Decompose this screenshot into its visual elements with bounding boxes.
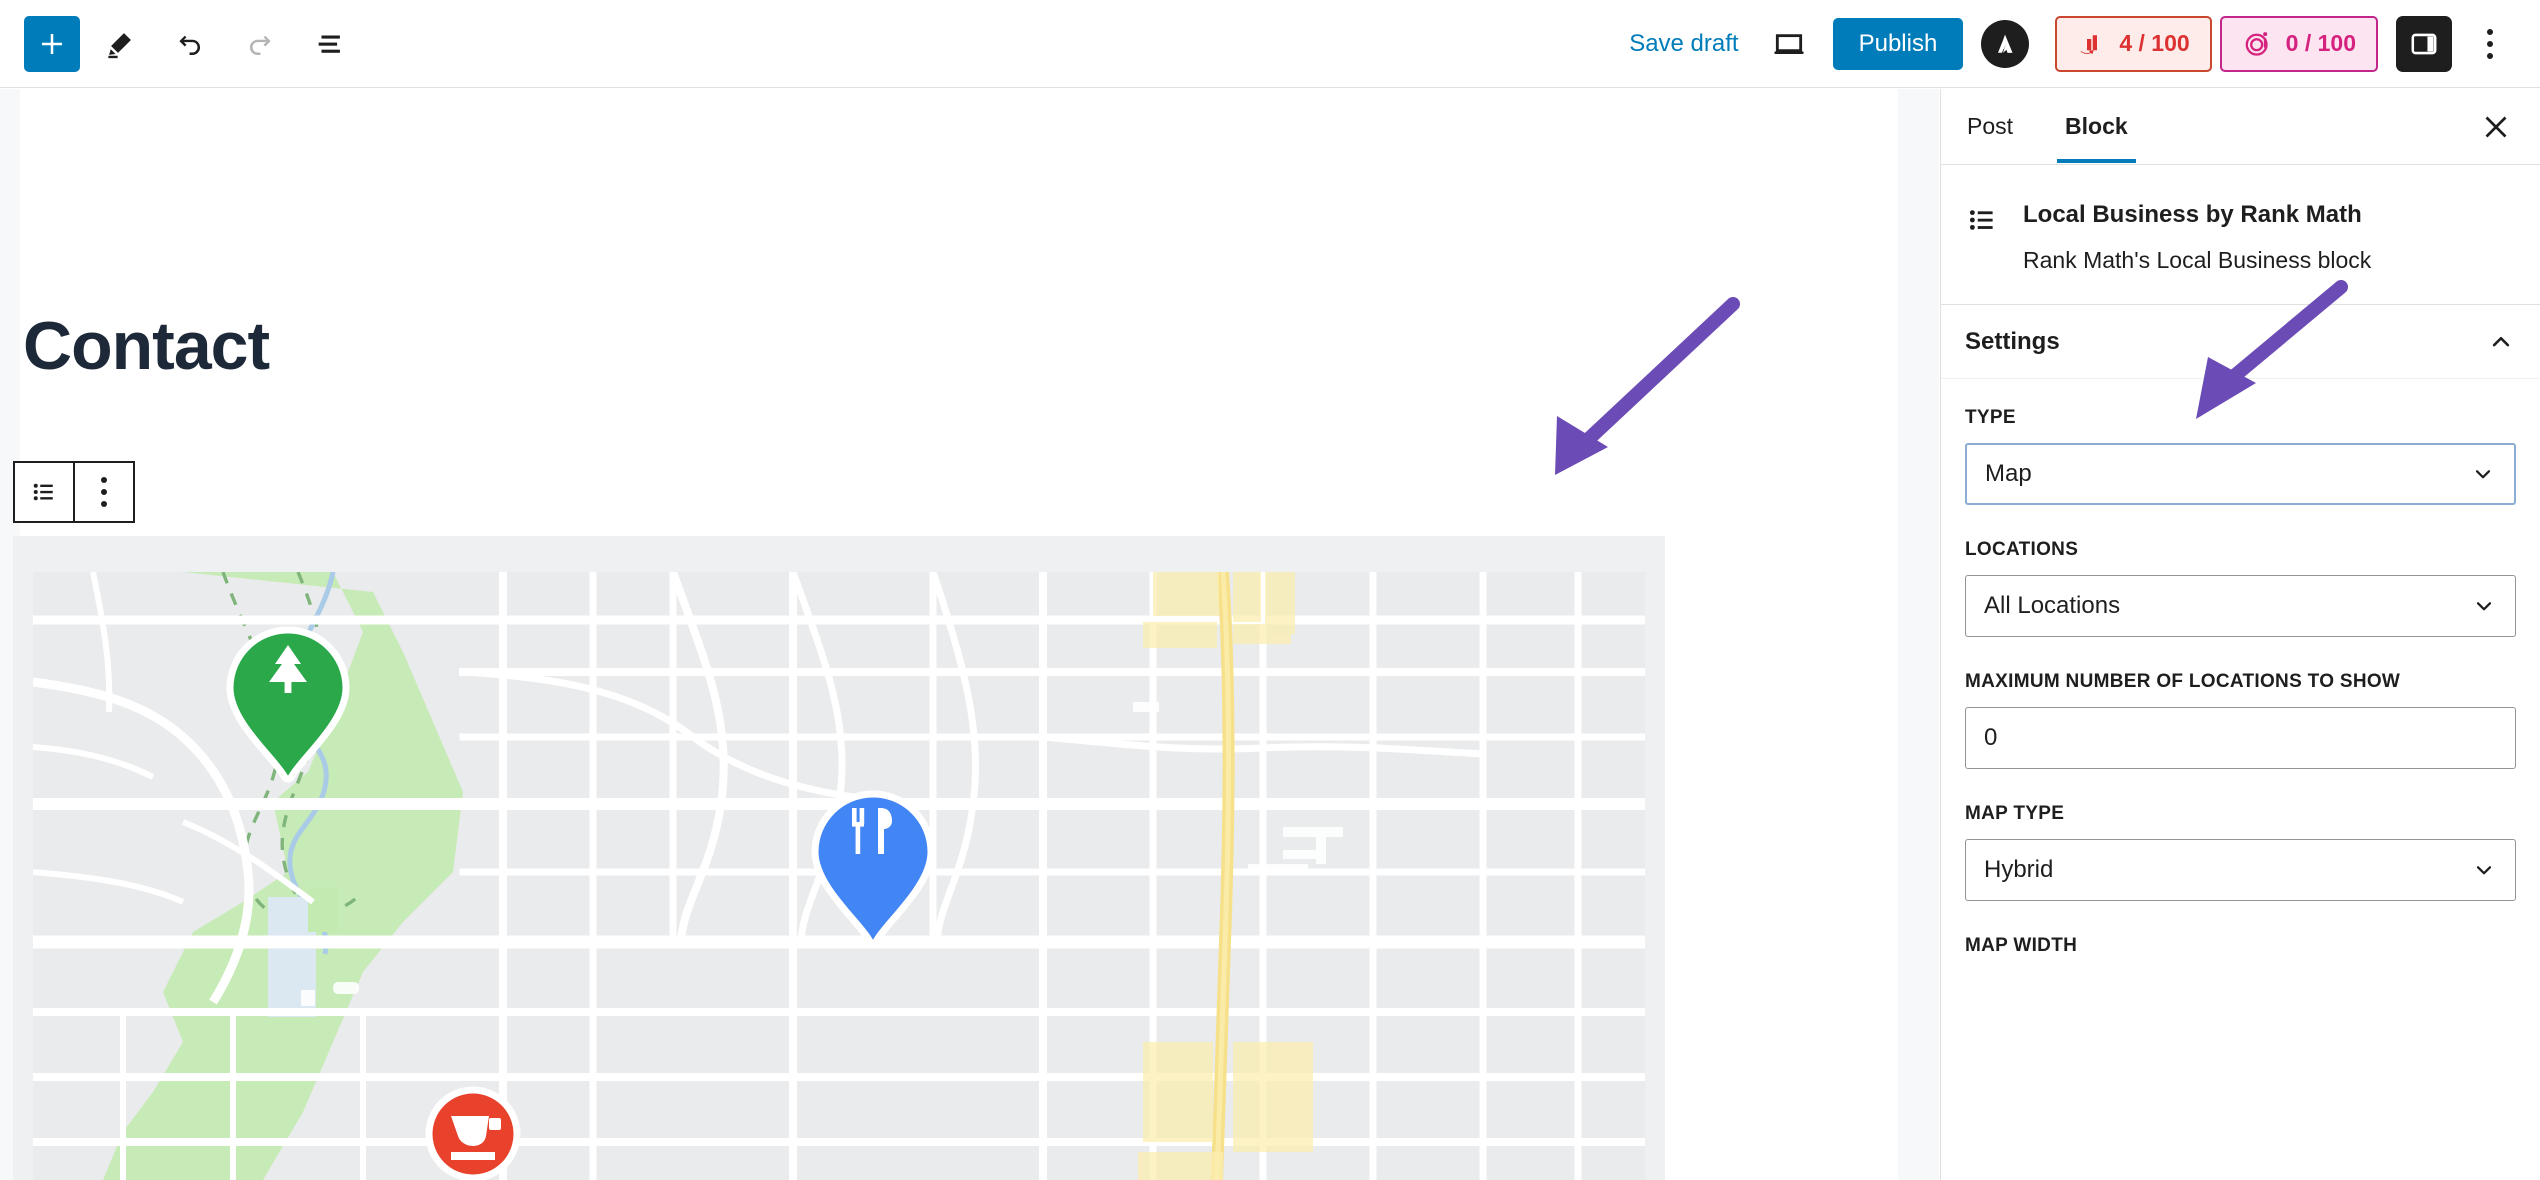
green-patch [308, 887, 338, 932]
seo-chart-icon [2081, 34, 2098, 54]
max-locations-input-value: 0 [1984, 724, 1998, 751]
kebab-dot [101, 489, 107, 495]
redo-button[interactable] [230, 14, 290, 74]
map-type-select[interactable]: Hybrid [1965, 839, 2516, 901]
tab-post[interactable]: Post [1941, 89, 2039, 163]
laptop-preview-icon [1773, 33, 1804, 54]
field-map-type-label: MAP TYPE [1965, 803, 2065, 824]
settings-section-header[interactable]: Settings [1941, 305, 2540, 379]
avatar[interactable] [1981, 19, 2030, 68]
tab-block[interactable]: Block [2039, 89, 2154, 163]
block-more-options-button[interactable] [75, 463, 133, 521]
type-select-value: Map [1985, 460, 2032, 487]
sidebar-tabs: Post Block [1941, 89, 2540, 165]
block-title: Local Business by Rank Math [2023, 201, 2362, 228]
tab-block-label: Block [2065, 112, 2128, 139]
page-title[interactable]: Contact [23, 307, 270, 385]
pencil-icon [108, 32, 131, 58]
settings-sidebar-toggle-button[interactable] [2396, 15, 2452, 72]
locations-select[interactable]: All Locations [1965, 575, 2516, 637]
publish-button[interactable]: Publish [1832, 17, 1964, 70]
field-maximum-number-of-locations-to-show: MAXIMUM NUMBER OF LOCATIONS TO SHOW 0 [1965, 671, 2516, 769]
redo-icon [249, 35, 271, 55]
chevron-down-icon [2476, 866, 2492, 875]
field-type: TYPE Map [1965, 407, 2516, 505]
list-icon [1969, 210, 1993, 230]
document-overview-button[interactable] [300, 14, 360, 74]
settings-section-title: Settings [1965, 327, 2060, 355]
field-map-type: MAP TYPE Hybrid [1965, 803, 2516, 901]
cafe-marker[interactable] [425, 1086, 521, 1180]
ai-target-icon [2245, 31, 2268, 56]
kebab-dot [101, 501, 107, 507]
plus-icon [42, 33, 62, 54]
ai-score-value: 0 / 100 [2285, 30, 2356, 56]
ai-score-badge[interactable]: 0 / 100 [2219, 15, 2378, 72]
editor-canvas: Contact [0, 89, 1939, 1180]
preview-button[interactable] [1759, 14, 1819, 74]
seo-score-badge[interactable]: 4 / 100 [2055, 15, 2212, 72]
chevron-down-icon [2476, 602, 2492, 611]
block-info-card: Local Business by Rank Math Rank Math's … [1941, 165, 2540, 305]
undo-icon [179, 35, 201, 55]
undo-button[interactable] [160, 14, 220, 74]
map-graphic [33, 572, 1645, 1180]
map-canvas[interactable] [33, 572, 1645, 1180]
map-type-select-value: Hybrid [1984, 856, 2054, 883]
block-type-button[interactable] [15, 463, 73, 521]
chevron-down-icon [2475, 470, 2491, 479]
tools-edit-button[interactable] [90, 14, 150, 74]
kebab-dot [2487, 40, 2493, 47]
block-description: Rank Math's Local Business block [2023, 247, 2372, 273]
field-map-width-label: MAP WIDTH [1965, 935, 2078, 956]
field-locations-label: LOCATIONS [1965, 539, 2079, 560]
chevron-up-icon [2492, 336, 2510, 346]
editor-top-bar: Save draft Publish 4 / 100 0 / 100 [0, 0, 2540, 88]
close-sidebar-button[interactable] [2472, 103, 2520, 151]
tab-post-label: Post [1967, 112, 2014, 139]
type-select[interactable]: Map [1965, 443, 2516, 505]
save-draft-button[interactable]: Save draft [1609, 30, 1758, 58]
field-max-locations-label: MAXIMUM NUMBER OF LOCATIONS TO SHOW [1965, 671, 2401, 692]
top-bar-right-tools: Save draft Publish 4 / 100 0 / 100 [1609, 14, 2540, 74]
add-block-button[interactable] [24, 15, 80, 72]
kebab-dot [2487, 52, 2493, 59]
settings-fields: TYPE Map LOCATIONS All Locations MAXIMUM… [1941, 379, 2540, 957]
list-icon [33, 483, 53, 501]
field-type-label: TYPE [1965, 407, 2016, 428]
local-business-map-block[interactable] [13, 536, 1665, 1180]
field-map-width: MAP WIDTH [1965, 935, 2516, 957]
list-view-icon [318, 35, 340, 53]
top-bar-left-tools [0, 14, 360, 74]
kebab-dot [101, 477, 107, 483]
sidebar-panel-icon [2411, 33, 2437, 54]
kebab-dot [2487, 28, 2493, 35]
locations-select-value: All Locations [1984, 592, 2121, 619]
block-toolbar [13, 461, 135, 523]
settings-sidebar: Post Block Local Business by Rank Math R… [1940, 89, 2540, 1180]
max-locations-input[interactable]: 0 [1965, 707, 2516, 769]
brand-a-icon [1998, 34, 2013, 53]
field-locations: LOCATIONS All Locations [1965, 539, 2516, 637]
close-icon [2485, 116, 2507, 138]
seo-score-value: 4 / 100 [2119, 30, 2190, 56]
more-options-button[interactable] [2462, 16, 2518, 72]
